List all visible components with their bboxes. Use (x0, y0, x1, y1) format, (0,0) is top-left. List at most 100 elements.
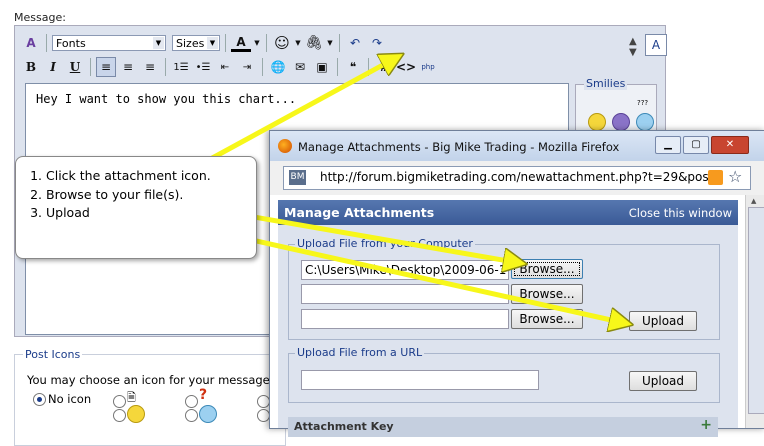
code-icon[interactable]: <> (396, 57, 416, 77)
attachments-panel: Upload File from your Computer C:\Users\… (278, 225, 738, 437)
size-select[interactable]: Sizes ▼ (172, 35, 220, 51)
firefox-window: Manage Attachments - Big Mike Trading - … (269, 130, 764, 437)
smiley-icon[interactable]: ☺ (272, 33, 292, 53)
chevron-down-icon[interactable]: ▼ (294, 33, 302, 53)
upload-computer-legend: Upload File from your Computer (295, 237, 475, 250)
insert-link-icon[interactable]: 🌐 (268, 57, 288, 77)
maximize-button[interactable]: ▢ (683, 136, 709, 154)
question-icon: ? (199, 387, 208, 403)
scroll-up-icon[interactable]: ▲ (751, 197, 756, 205)
ordered-list-icon[interactable]: 1☰ (171, 57, 191, 77)
underline-icon[interactable]: U (65, 57, 85, 77)
browse-button-2[interactable]: Browse... (511, 284, 583, 304)
close-button[interactable]: ✕ (711, 136, 749, 154)
close-window-link[interactable]: Close this window (629, 206, 732, 220)
step-1: Click the attachment icon. (46, 167, 211, 186)
minimize-button[interactable]: ▁ (655, 136, 681, 154)
chevron-down-icon: ▼ (207, 37, 218, 49)
upload-url-fieldset: Upload File from a URL Upload (288, 346, 720, 403)
upload-url-button[interactable]: Upload (629, 371, 697, 391)
toolbar-separator (225, 34, 226, 52)
firefox-icon (278, 139, 292, 153)
url-text: http://forum.bigmiketrading.com/newattac… (320, 170, 720, 184)
window-title: Manage Attachments - Big Mike Trading - … (298, 140, 620, 154)
no-icon-label: No icon (48, 392, 92, 406)
page-content: Manage Attachments Close this window Upl… (270, 195, 745, 437)
toolbar-separator (266, 34, 267, 52)
redo-icon[interactable]: ↷ (367, 33, 387, 53)
attachment-icon[interactable]: 🖇 (304, 33, 324, 53)
font-select[interactable]: Fonts ▼ (52, 35, 166, 51)
text-color-icon[interactable]: A (231, 34, 251, 52)
url-input[interactable] (301, 370, 539, 390)
resize-arrows-icon[interactable]: ▲ ▼ (629, 36, 637, 58)
post-icon-radio[interactable] (185, 409, 198, 422)
post-icons-box: Post Icons You may choose an icon for yo… (14, 348, 286, 446)
toolbar-separator (337, 58, 338, 76)
bookmark-star-icon[interactable]: ☆ (728, 167, 742, 186)
page-title: Manage Attachments (284, 205, 435, 220)
angry-icon[interactable] (612, 113, 630, 131)
expand-icon: + (700, 417, 712, 433)
manage-attachments-header: Manage Attachments Close this window (278, 200, 738, 225)
email-link-icon[interactable]: ✉ (290, 57, 310, 77)
no-icon-radio[interactable] (33, 393, 46, 406)
post-icon-radio[interactable] (113, 409, 126, 422)
upload-computer-fieldset: Upload File from your Computer C:\Users\… (288, 237, 720, 340)
php-icon[interactable]: php (418, 57, 438, 77)
remove-format-icon[interactable]: A (21, 33, 41, 53)
message-text: Hey I want to show you this chart... (36, 92, 297, 106)
browse-button-1[interactable]: Browse... (511, 259, 583, 279)
align-center-icon[interactable]: ≡ (118, 57, 138, 77)
file-input-2[interactable] (301, 284, 509, 304)
file-input-3[interactable] (301, 309, 509, 329)
toolbar-separator (46, 34, 47, 52)
toolbar-separator (262, 58, 263, 76)
post-icon-radio[interactable] (185, 395, 198, 408)
post-icon-radio[interactable] (113, 395, 126, 408)
toolbar-separator (368, 58, 369, 76)
smilies-legend: Smilies (584, 77, 628, 90)
toolbar-separator (165, 58, 166, 76)
bold-icon[interactable]: B (21, 57, 41, 77)
chevron-down-icon[interactable]: ▼ (326, 33, 334, 53)
post-icons-legend: Post Icons (23, 348, 83, 361)
rss-icon[interactable] (708, 170, 723, 185)
cool-icon (199, 405, 217, 423)
outdent-icon[interactable]: ⇤ (215, 57, 235, 77)
window-titlebar[interactable]: Manage Attachments - Big Mike Trading - … (270, 131, 764, 161)
post-icons-instruction: You may choose an icon for your message (27, 373, 270, 387)
undo-icon[interactable]: ↶ (345, 33, 365, 53)
editor-toolbar-top: A Fonts ▼ Sizes ▼ A ▼ ☺ ▼ 🖇 ▼ ↶ ↷ (21, 32, 387, 54)
size-select-value: Sizes (176, 37, 205, 50)
indent-icon[interactable]: ⇥ (237, 57, 257, 77)
italic-icon[interactable]: I (43, 57, 63, 77)
instruction-callout: Click the attachment icon. Browse to you… (15, 156, 257, 259)
file-input-1[interactable]: C:\Users\Mike\Desktop\2009-06-1 (301, 260, 509, 280)
scrollbar[interactable]: ▲ (745, 195, 764, 428)
toolbar-separator (339, 34, 340, 52)
upload-button[interactable]: Upload (629, 311, 697, 331)
hash-icon[interactable]: # (374, 57, 394, 77)
switch-editor-mode-icon[interactable]: A (645, 34, 667, 56)
chevron-down-icon[interactable]: ▼ (253, 33, 261, 53)
align-left-icon[interactable]: ≡ (96, 57, 116, 77)
confused-icon[interactable] (636, 113, 654, 131)
align-right-icon[interactable]: ≡ (140, 57, 160, 77)
address-bar[interactable]: BM http://forum.bigmiketrading.com/newat… (283, 166, 751, 190)
step-3: Upload (46, 204, 211, 223)
insert-image-icon[interactable]: ▣ (312, 57, 332, 77)
editor-toolbar-bottom: B I U ≡ ≡ ≡ 1☰ •☰ ⇤ ⇥ 🌐 ✉ ▣ ❝ # <> php (21, 56, 438, 78)
scrollbar-thumb[interactable] (748, 207, 764, 414)
message-label: Message: (14, 11, 66, 24)
browse-button-3[interactable]: Browse... (511, 309, 583, 329)
attachment-key-bar[interactable]: Attachment Key + (288, 417, 718, 437)
quote-icon[interactable]: ❝ (343, 57, 363, 77)
toolbar-separator (90, 58, 91, 76)
font-select-value: Fonts (56, 37, 86, 50)
site-favicon: BM (289, 170, 306, 185)
step-2: Browse to your file(s). (46, 186, 211, 205)
unordered-list-icon[interactable]: •☰ (193, 57, 213, 77)
smile-icon (127, 405, 145, 423)
smile-icon[interactable] (588, 113, 606, 131)
